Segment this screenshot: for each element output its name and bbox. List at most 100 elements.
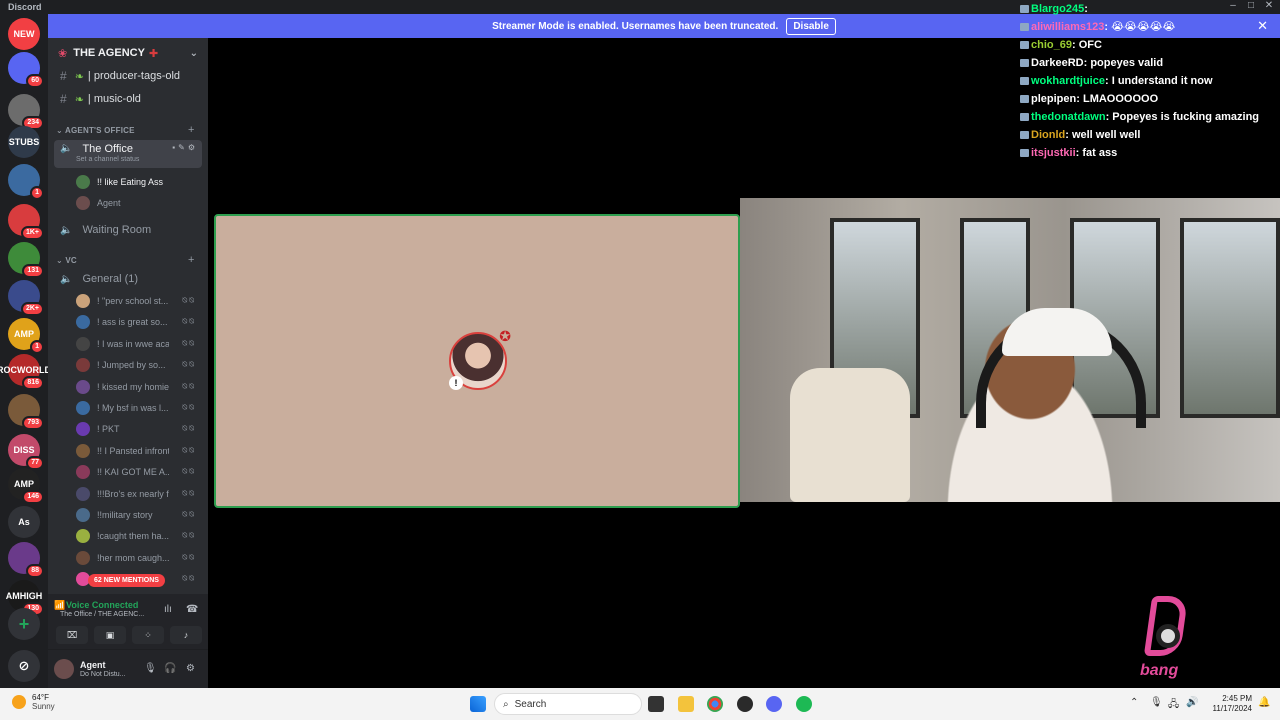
mention-badge: 60 bbox=[26, 74, 44, 88]
voice-user[interactable]: ! kissed my homie ⍉⍉ bbox=[76, 377, 202, 397]
voice-user[interactable]: ! "perv school st... ⍉⍉ bbox=[76, 291, 202, 311]
voice-user[interactable]: !her mom caugh... ⍉⍉ bbox=[76, 548, 202, 568]
server-icon[interactable]: 793 bbox=[8, 394, 44, 430]
chrome-icon[interactable] bbox=[707, 696, 723, 712]
taskbar-search[interactable]: ⌕ Search bbox=[494, 693, 642, 715]
network-icon[interactable]: 🖧 bbox=[1168, 697, 1179, 714]
leaf-icon: ❧ bbox=[74, 93, 84, 106]
disconnect-icon[interactable]: ☎ bbox=[186, 604, 198, 615]
discord-icon[interactable] bbox=[766, 696, 782, 712]
server-icon[interactable]: 60 bbox=[8, 52, 44, 88]
guild-header[interactable]: ❀ THE AGENCY ✚ ⌄ bbox=[48, 38, 208, 68]
server-icon[interactable]: 131 bbox=[8, 242, 44, 278]
server-icon[interactable]: 88 bbox=[8, 542, 44, 578]
chat-text: fat ass bbox=[1082, 147, 1118, 159]
voice-status: Voice Connected bbox=[66, 600, 139, 610]
windows-start-icon[interactable] bbox=[470, 696, 486, 712]
server-icon[interactable]: STUBS bbox=[8, 126, 40, 158]
server-icon[interactable]: DISS 77 bbox=[8, 434, 44, 470]
microphone-icon[interactable]: 🎙 bbox=[144, 663, 157, 674]
camera-off-button[interactable]: ⌧ bbox=[56, 626, 88, 644]
mention-badge: 793 bbox=[22, 416, 44, 430]
clock[interactable]: 2:45 PM 11/17/2024 bbox=[1208, 694, 1252, 714]
voice-channel-waiting-room[interactable]: 🔈 Waiting Room bbox=[54, 220, 202, 240]
voice-channel-general[interactable]: 🔈 General (1) bbox=[54, 269, 202, 289]
voice-user[interactable]: !!military story ⍉⍉ bbox=[76, 505, 202, 525]
voice-user[interactable]: !caught them ha... ⍉⍉ bbox=[76, 526, 202, 546]
gear-icon[interactable]: ⚙ bbox=[186, 663, 195, 674]
server-icon[interactable]: 234 bbox=[8, 94, 44, 130]
channel-status[interactable]: Set a channel status bbox=[76, 156, 139, 163]
hash-icon: # bbox=[60, 92, 67, 106]
participant-tile[interactable]: ✪ ! bbox=[214, 214, 740, 508]
voice-location[interactable]: The Office / THE AGENC... bbox=[60, 611, 144, 618]
server-icon[interactable]: As bbox=[8, 506, 40, 538]
screen-share-button[interactable]: ▣ bbox=[94, 626, 126, 644]
category-agents-office[interactable]: ⌄ AGENT'S OFFICE + bbox=[56, 124, 194, 136]
headphones-icon[interactable]: 🎧 bbox=[164, 663, 176, 674]
avatar bbox=[76, 379, 90, 394]
chat-message: itsjustkii: fat ass bbox=[1020, 144, 1270, 162]
user-panel-name: Agent bbox=[80, 660, 106, 670]
noise-suppression-icon[interactable]: ılı bbox=[164, 604, 172, 615]
voice-user[interactable]: ! Jumped by so... ⍉⍉ bbox=[76, 355, 202, 375]
file-explorer-icon[interactable] bbox=[678, 696, 694, 712]
spotify-icon[interactable] bbox=[796, 696, 812, 712]
avatar[interactable] bbox=[54, 659, 74, 679]
add-channel-icon[interactable]: + bbox=[188, 124, 195, 136]
voice-channel-the-office[interactable]: 🔈 The Office ▪✎⚙ Set a channel status bbox=[54, 140, 202, 168]
channel-music-old[interactable]: # ❧ | music-old bbox=[54, 89, 202, 109]
voice-user[interactable]: ! PKT ⍉⍉ bbox=[76, 419, 202, 439]
muted-deafened-icon: ⍉⍉ bbox=[182, 403, 196, 412]
app-icon[interactable] bbox=[737, 696, 753, 712]
new-mentions-pill[interactable]: 62 NEW MENTIONS bbox=[88, 574, 165, 587]
chevron-down-icon: ⌄ bbox=[56, 256, 66, 265]
voice-user[interactable]: !! like Eating Ass bbox=[76, 172, 202, 192]
signal-icon[interactable]: 📶 bbox=[54, 600, 65, 611]
user-name: !! like Eating Ass bbox=[97, 177, 164, 187]
user-name: !her mom caugh... bbox=[97, 552, 169, 563]
chat-message: Dionld: well well well bbox=[1020, 126, 1270, 144]
explore-icon[interactable]: ⊘ bbox=[8, 650, 40, 682]
task-view-icon[interactable] bbox=[648, 696, 664, 712]
voice-user[interactable]: ! My bsf in was l... ⍉⍉ bbox=[76, 398, 202, 418]
soundboard-button[interactable]: ♪ bbox=[170, 626, 202, 644]
server-icon[interactable]: AMP 1 bbox=[8, 318, 44, 354]
voice-connection-panel: 📶 Voice Connected The Office / THE AGENC… bbox=[48, 594, 208, 650]
server-icon[interactable]: NEW bbox=[8, 18, 40, 50]
weather-widget[interactable]: 64°F Sunny bbox=[12, 693, 55, 711]
add-channel-icon[interactable]: + bbox=[188, 254, 195, 266]
add-server-icon[interactable]: + bbox=[8, 608, 40, 640]
server-icon[interactable]: AMP 146 bbox=[8, 468, 44, 504]
server-icon[interactable]: 2K+ bbox=[8, 280, 44, 316]
chat-message: DarkeeRD: popeyes valid bbox=[1020, 54, 1270, 72]
activities-button[interactable]: ⁘ bbox=[132, 626, 164, 644]
badge-icon bbox=[1020, 77, 1029, 86]
server-icon[interactable]: 1K+ bbox=[8, 204, 44, 240]
server-icon[interactable]: 1 bbox=[8, 164, 44, 200]
muted-deafened-icon: ⍉⍉ bbox=[182, 296, 196, 305]
volume-icon[interactable]: 🔊 bbox=[1186, 697, 1198, 708]
voice-user[interactable]: !!!Bro's ex nearly fu... ⍉⍉ bbox=[76, 484, 202, 504]
chevron-down-icon[interactable]: ⌄ bbox=[190, 48, 198, 59]
voice-user[interactable]: ! I was in wwe acad... ⍉⍉ bbox=[76, 334, 202, 354]
speaker-icon: 🔈 bbox=[60, 143, 73, 154]
voice-user[interactable]: ! ass is great so... ⍉⍉ bbox=[76, 312, 202, 332]
voice-user[interactable]: !! KAI GOT ME A... ⍉⍉ bbox=[76, 462, 202, 482]
microphone-icon[interactable]: 🎙 bbox=[1150, 697, 1163, 708]
channel-producer-tags-old[interactable]: # ❧ | producer-tags-old bbox=[54, 66, 202, 86]
channel-tools-icons[interactable]: ▪✎⚙ bbox=[172, 143, 198, 152]
chevron-up-icon[interactable]: ⌃ bbox=[1130, 697, 1138, 708]
avatar bbox=[76, 358, 90, 373]
voice-user[interactable]: !! I Pansted infront ... ⍉⍉ bbox=[76, 441, 202, 461]
server-icon[interactable]: ROCWORLD 816 bbox=[0, 354, 51, 390]
speaker-icon: 🔈 bbox=[60, 224, 73, 236]
user-name: !caught them ha... bbox=[97, 531, 169, 542]
muted-deafened-icon: ⍉⍉ bbox=[182, 510, 196, 519]
disable-button[interactable]: Disable bbox=[786, 17, 836, 35]
voice-user[interactable]: Agent bbox=[76, 193, 202, 213]
category-vc[interactable]: ⌄ VC + bbox=[56, 254, 194, 266]
server-rail: NEW 60 234 STUBS 1 1K+ 131 2K+ AMP 1 ROCWORLD 816 79… bbox=[0, 14, 51, 688]
server-label: STUBS bbox=[8, 137, 40, 147]
notification-icon[interactable]: 🔔 bbox=[1258, 697, 1270, 708]
